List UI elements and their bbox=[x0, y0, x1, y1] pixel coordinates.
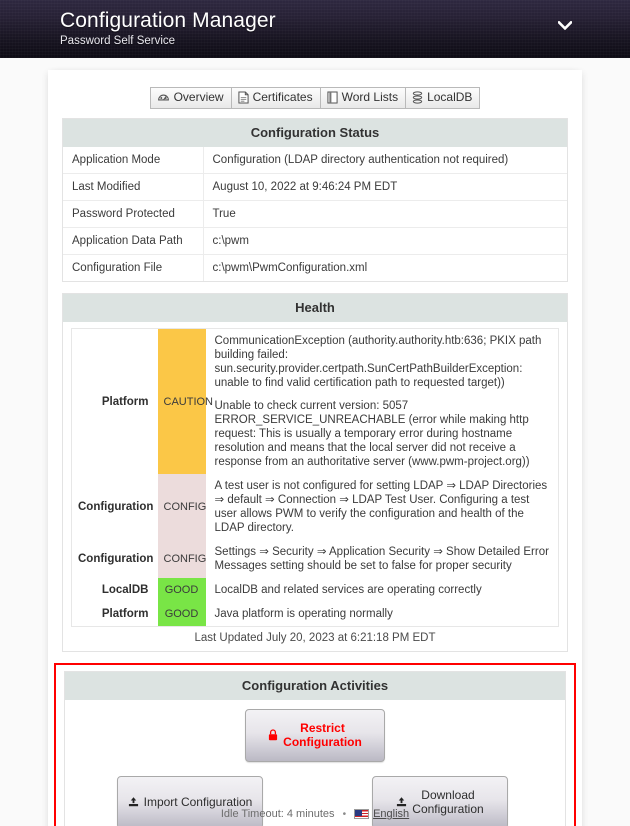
us-flag-icon bbox=[354, 809, 370, 819]
idle-timeout-label: Idle Timeout: 4 minutes bbox=[220, 808, 335, 820]
table-row: Application Mode Configuration (LDAP dir… bbox=[63, 147, 567, 174]
row-value: c:\pwm bbox=[203, 227, 567, 255]
footer-separator: • bbox=[342, 808, 347, 820]
tab-label: Word Lists bbox=[341, 90, 399, 104]
content-card: Overview Certificates Word Lists LocalDB… bbox=[48, 70, 582, 826]
configuration-status-table: Application Mode Configuration (LDAP dir… bbox=[63, 147, 567, 281]
row-key: Configuration File bbox=[63, 254, 204, 281]
document-icon bbox=[237, 91, 249, 104]
health-table: Platform CAUTION CommunicationException … bbox=[71, 328, 559, 627]
health-detail-text: Java platform is operating normally bbox=[214, 608, 393, 620]
health-detail: LocalDB and related services are operati… bbox=[206, 578, 559, 602]
health-detail-text: Unable to check current version: 5057 ER… bbox=[214, 400, 530, 468]
table-row: Platform CAUTION CommunicationException … bbox=[72, 328, 559, 475]
restrict-row: Restrict Configuration bbox=[65, 700, 565, 767]
section-title: Configuration Activities bbox=[64, 671, 566, 700]
row-value: c:\pwm\PwmConfiguration.xml bbox=[203, 254, 567, 281]
health-table-wrap: Platform CAUTION CommunicationException … bbox=[63, 322, 567, 627]
row-key: Application Mode bbox=[63, 147, 204, 174]
row-value: August 10, 2022 at 9:46:24 PM EDT bbox=[203, 173, 567, 201]
row-key: Last Modified bbox=[63, 173, 204, 201]
language-label: English bbox=[373, 808, 410, 820]
table-row: Configuration CONFIG Settings ⇒ Security… bbox=[72, 540, 559, 578]
tab-certificates[interactable]: Certificates bbox=[230, 87, 321, 109]
button-label: Restrict Configuration bbox=[283, 721, 362, 749]
row-value: True bbox=[203, 200, 567, 228]
table-row: Configuration CONFIG A test user is not … bbox=[72, 474, 559, 540]
table-row: Password Protected True bbox=[63, 200, 567, 228]
restrict-configuration-button[interactable]: Restrict Configuration bbox=[245, 709, 385, 762]
configuration-status-body: Application Mode Configuration (LDAP dir… bbox=[62, 147, 568, 282]
table-row: Last Modified August 10, 2022 at 9:46:24… bbox=[63, 173, 567, 201]
page-background: Overview Certificates Word Lists LocalDB… bbox=[0, 58, 630, 826]
health-detail: CommunicationException (authority.author… bbox=[206, 329, 559, 475]
health-detail-text: A test user is not configured for settin… bbox=[214, 480, 548, 534]
dashboard-icon bbox=[157, 91, 170, 104]
book-icon bbox=[327, 91, 338, 104]
section-title: Health bbox=[62, 293, 568, 322]
health-detail: Java platform is operating normally bbox=[206, 602, 559, 627]
health-body: Platform CAUTION CommunicationException … bbox=[62, 322, 568, 652]
lock-icon bbox=[268, 715, 278, 755]
tab-localdb[interactable]: LocalDB bbox=[405, 87, 481, 109]
tab-label: Certificates bbox=[252, 90, 313, 104]
health-detail-text: Settings ⇒ Security ⇒ Application Securi… bbox=[214, 546, 549, 572]
app-header: Configuration Manager Password Self Serv… bbox=[0, 0, 630, 58]
status-badge: GOOD bbox=[157, 578, 206, 602]
row-key: Application Data Path bbox=[63, 227, 204, 255]
status-badge: CAUTION bbox=[157, 328, 213, 474]
tab-overview[interactable]: Overview bbox=[149, 87, 232, 109]
configuration-activities-highlight: Configuration Activities Restrict Config… bbox=[54, 663, 576, 826]
health-topic: Platform bbox=[101, 395, 149, 408]
table-row: Platform GOOD Java platform is operating… bbox=[72, 602, 559, 627]
table-row: LocalDB GOOD LocalDB and related service… bbox=[72, 578, 559, 602]
status-badge: CONFIG bbox=[157, 540, 206, 578]
language-selector[interactable]: English bbox=[354, 808, 409, 820]
section-title: Configuration Status bbox=[62, 118, 568, 147]
tab-bar: Overview Certificates Word Lists LocalDB bbox=[48, 70, 582, 118]
health-detail: Settings ⇒ Security ⇒ Application Securi… bbox=[206, 540, 559, 578]
health-last-updated: Last Updated July 20, 2023 at 6:21:18 PM… bbox=[194, 632, 436, 644]
tab-word-lists[interactable]: Word Lists bbox=[319, 87, 407, 109]
chevron-down-icon[interactable] bbox=[557, 19, 573, 32]
health-topic: Configuration bbox=[78, 553, 154, 565]
page-title: Configuration Manager bbox=[60, 9, 276, 32]
header-text-group: Configuration Manager Password Self Serv… bbox=[60, 8, 276, 49]
health-detail-text: CommunicationException (authority.author… bbox=[214, 335, 542, 389]
database-icon bbox=[412, 91, 423, 104]
button-label: Import Configuration bbox=[143, 795, 253, 809]
health-detail: A test user is not configured for settin… bbox=[206, 474, 559, 540]
row-value: Configuration (LDAP directory authentica… bbox=[212, 154, 509, 166]
health-topic: Platform bbox=[101, 608, 149, 620]
page-footer: Idle Timeout: 4 minutes • English bbox=[0, 808, 630, 820]
row-key: Password Protected bbox=[63, 200, 204, 228]
tab-label: Overview bbox=[173, 90, 224, 104]
health-topic: Configuration bbox=[78, 501, 154, 513]
configuration-activities-section: Configuration Activities Restrict Config… bbox=[64, 671, 566, 826]
page-subtitle: Password Self Service bbox=[60, 35, 176, 47]
status-badge: GOOD bbox=[157, 602, 206, 627]
table-row: Configuration File c:\pwm\PwmConfigurati… bbox=[63, 254, 567, 281]
status-badge: CONFIG bbox=[157, 474, 206, 540]
table-row: Application Data Path c:\pwm bbox=[63, 227, 567, 255]
health-section: Health Platform CAUTION CommunicationExc… bbox=[62, 293, 568, 652]
configuration-status-section: Configuration Status Application Mode Co… bbox=[62, 118, 568, 282]
tab-label: LocalDB bbox=[427, 90, 473, 104]
health-detail-text: LocalDB and related services are operati… bbox=[214, 584, 482, 596]
health-topic: LocalDB bbox=[101, 584, 149, 596]
